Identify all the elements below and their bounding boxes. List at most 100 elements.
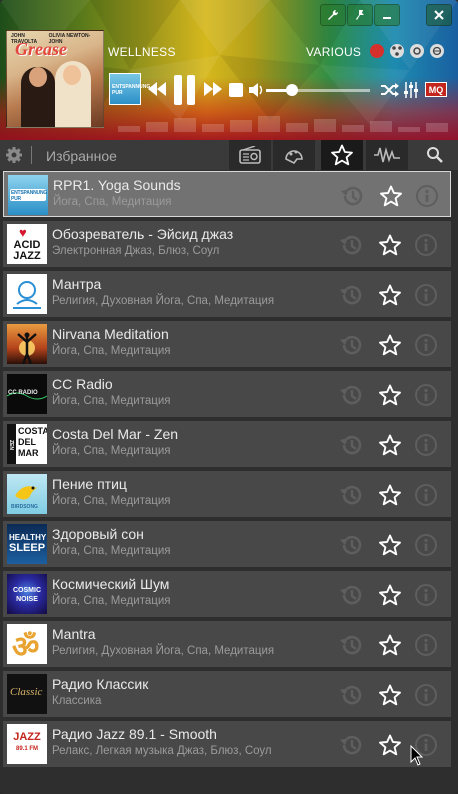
favorite-star-icon[interactable] bbox=[378, 183, 404, 209]
station-row[interactable]: COSMIC NOISE Космический Шум Йога, Спа, М… bbox=[3, 571, 451, 617]
equalizer-icon[interactable] bbox=[402, 81, 420, 99]
station-row[interactable]: ZEN COSTA DEL MAR Costa Del Mar - Zen Йога… bbox=[3, 421, 451, 467]
info-icon[interactable] bbox=[413, 282, 439, 308]
history-icon[interactable] bbox=[338, 282, 364, 308]
toolbar-divider bbox=[31, 146, 32, 164]
station-row[interactable]: ENTSPANNUNG PUR RPR1. Yoga Sounds Йога, … bbox=[3, 171, 451, 217]
info-icon[interactable] bbox=[413, 532, 439, 558]
volume-slider-knob[interactable] bbox=[286, 84, 298, 96]
logo-text: HEALTHY SLEEP bbox=[9, 533, 47, 554]
player-header: JOHN TRAVOLTA OLIVIA NEWTON-JOHN Grease … bbox=[0, 0, 458, 140]
history-icon[interactable] bbox=[338, 382, 364, 408]
pause-icon[interactable] bbox=[172, 73, 198, 107]
genre-icon[interactable] bbox=[273, 140, 315, 170]
favorite-star-icon[interactable] bbox=[377, 382, 403, 408]
radio-icon[interactable] bbox=[229, 140, 271, 170]
favorite-star-icon[interactable] bbox=[377, 232, 403, 258]
favorites-star-icon[interactable] bbox=[321, 140, 363, 170]
station-row[interactable]: CC RADIO CC Radio Йога, Спа, Медитация bbox=[3, 371, 451, 417]
history-icon[interactable] bbox=[338, 432, 364, 458]
station-logo: COSMIC NOISE bbox=[7, 574, 47, 614]
history-icon[interactable] bbox=[338, 232, 364, 258]
waveform-icon[interactable] bbox=[366, 140, 408, 170]
station-row[interactable]: ॐ Mantra Религия, Духовная Йога, Спа, Ме… bbox=[3, 621, 451, 667]
station-row[interactable]: JAZZ 89.1 FM Радио Jazz 89.1 - Smooth Ре… bbox=[3, 721, 451, 767]
station-row[interactable]: Nirvana Meditation Йога, Спа, Медитация bbox=[3, 321, 451, 367]
info-icon[interactable] bbox=[413, 232, 439, 258]
station-title: Пение птиц bbox=[52, 476, 127, 492]
station-tags: Религия, Духовная Йога, Спа, Медитация bbox=[52, 645, 275, 657]
station-logo: CC RADIO bbox=[7, 374, 47, 414]
station-logo bbox=[7, 324, 47, 364]
station-tags: Йога, Спа, Медитация bbox=[52, 595, 171, 607]
station-logo: HEALTHY SLEEP bbox=[7, 524, 47, 564]
info-icon[interactable] bbox=[413, 582, 439, 608]
network-icon[interactable] bbox=[390, 44, 404, 58]
stop-icon[interactable] bbox=[228, 82, 244, 98]
logo-text: COSTA DEL MAR bbox=[18, 426, 47, 458]
record-icon[interactable] bbox=[370, 44, 384, 58]
favorite-star-icon[interactable] bbox=[377, 582, 403, 608]
list-footer bbox=[0, 771, 458, 794]
logo-text: Classic bbox=[10, 686, 43, 698]
station-logo: ♥ ACID JAZZ bbox=[7, 224, 47, 264]
logo-text: ENTSPANNUNG PUR bbox=[11, 190, 48, 202]
history-icon[interactable] bbox=[338, 682, 364, 708]
station-row[interactable]: HEALTHY SLEEP Здоровый сон Йога, Спа, Мед… bbox=[3, 521, 451, 567]
station-title: Обозреватель - Эйсид джаз bbox=[52, 226, 234, 242]
minimize-icon[interactable] bbox=[374, 4, 400, 26]
info-icon[interactable] bbox=[413, 432, 439, 458]
history-icon[interactable] bbox=[338, 582, 364, 608]
history-icon[interactable] bbox=[338, 732, 364, 758]
favorite-star-icon[interactable] bbox=[377, 332, 403, 358]
quality-badge[interactable]: MQ bbox=[425, 82, 447, 97]
station-row[interactable]: ♥ ACID JAZZ Обозреватель - Эйсид джаз Эле… bbox=[3, 221, 451, 267]
chrome-icon[interactable] bbox=[410, 44, 424, 58]
next-icon[interactable] bbox=[202, 80, 224, 98]
station-row[interactable]: Classic Радио Классик Классика bbox=[3, 671, 451, 717]
info-icon[interactable] bbox=[413, 332, 439, 358]
station-tags: Религия, Духовная Йога, Спа, Медитация bbox=[52, 295, 275, 307]
globe-icon[interactable] bbox=[430, 44, 444, 58]
favorite-star-icon[interactable] bbox=[377, 682, 403, 708]
volume-icon[interactable] bbox=[248, 82, 266, 98]
station-row[interactable]: BIRDSONG Пение птиц Йога, Спа, Медитация bbox=[3, 471, 451, 517]
info-icon[interactable] bbox=[413, 682, 439, 708]
favorite-star-icon[interactable] bbox=[377, 282, 403, 308]
now-playing-artist: VARIOUS bbox=[306, 45, 362, 59]
search-icon[interactable] bbox=[414, 140, 456, 170]
station-title: CC Radio bbox=[52, 376, 113, 392]
logo-text: ZEN bbox=[8, 440, 14, 450]
history-icon[interactable] bbox=[339, 183, 365, 209]
station-logo bbox=[7, 274, 47, 314]
album-cover: JOHN TRAVOLTA OLIVIA NEWTON-JOHN Grease bbox=[6, 30, 104, 128]
station-row[interactable]: Мантра Религия, Духовная Йога, Спа, Меди… bbox=[3, 271, 451, 317]
app-window: JOHN TRAVOLTA OLIVIA NEWTON-JOHN Grease … bbox=[0, 0, 458, 794]
previous-icon[interactable] bbox=[146, 80, 168, 98]
logo-text: ACID JAZZ bbox=[13, 239, 41, 262]
favorite-star-icon[interactable] bbox=[377, 482, 403, 508]
pin-icon[interactable] bbox=[347, 4, 373, 26]
mouse-cursor-icon bbox=[410, 745, 424, 766]
info-icon[interactable] bbox=[414, 183, 440, 209]
history-icon[interactable] bbox=[338, 632, 364, 658]
gear-icon[interactable] bbox=[5, 146, 23, 164]
favorite-star-icon[interactable] bbox=[377, 732, 403, 758]
history-icon[interactable] bbox=[338, 332, 364, 358]
shuffle-icon[interactable] bbox=[380, 82, 400, 98]
station-tags: Релакс, Легкая музыка Джаз, Блюз, Соул bbox=[52, 745, 272, 757]
wrench-icon[interactable] bbox=[320, 4, 346, 26]
favorite-star-icon[interactable] bbox=[377, 532, 403, 558]
favorite-star-icon[interactable] bbox=[377, 632, 403, 658]
history-icon[interactable] bbox=[338, 482, 364, 508]
page-title: Избранное bbox=[46, 148, 117, 164]
station-logo: JAZZ 89.1 FM bbox=[7, 724, 47, 764]
station-title: Радио Классик bbox=[52, 676, 149, 692]
info-icon[interactable] bbox=[413, 382, 439, 408]
close-icon[interactable] bbox=[426, 4, 452, 26]
history-icon[interactable] bbox=[338, 532, 364, 558]
info-icon[interactable] bbox=[413, 632, 439, 658]
station-tags: Йога, Спа, Медитация bbox=[52, 495, 171, 507]
info-icon[interactable] bbox=[413, 482, 439, 508]
favorite-star-icon[interactable] bbox=[377, 432, 403, 458]
